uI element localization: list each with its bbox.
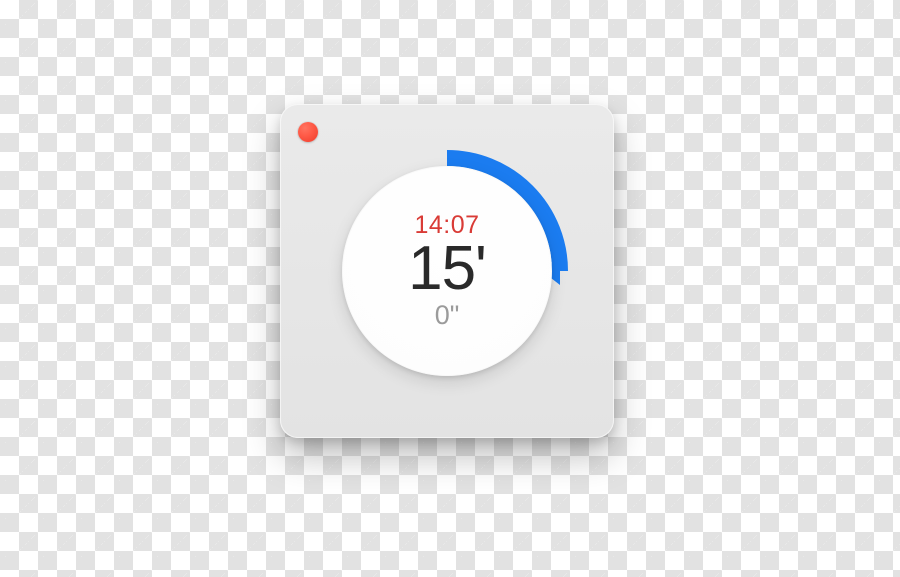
minutes-remaining: 15'	[408, 236, 486, 301]
dial-face: 14:07 15' 0"	[342, 166, 552, 376]
timer-widget-window: 14:07 15' 0"	[280, 104, 614, 438]
timer-dial[interactable]: 14:07 15' 0"	[324, 148, 570, 394]
close-button[interactable]	[298, 122, 318, 142]
seconds-remaining: 0"	[435, 300, 460, 331]
